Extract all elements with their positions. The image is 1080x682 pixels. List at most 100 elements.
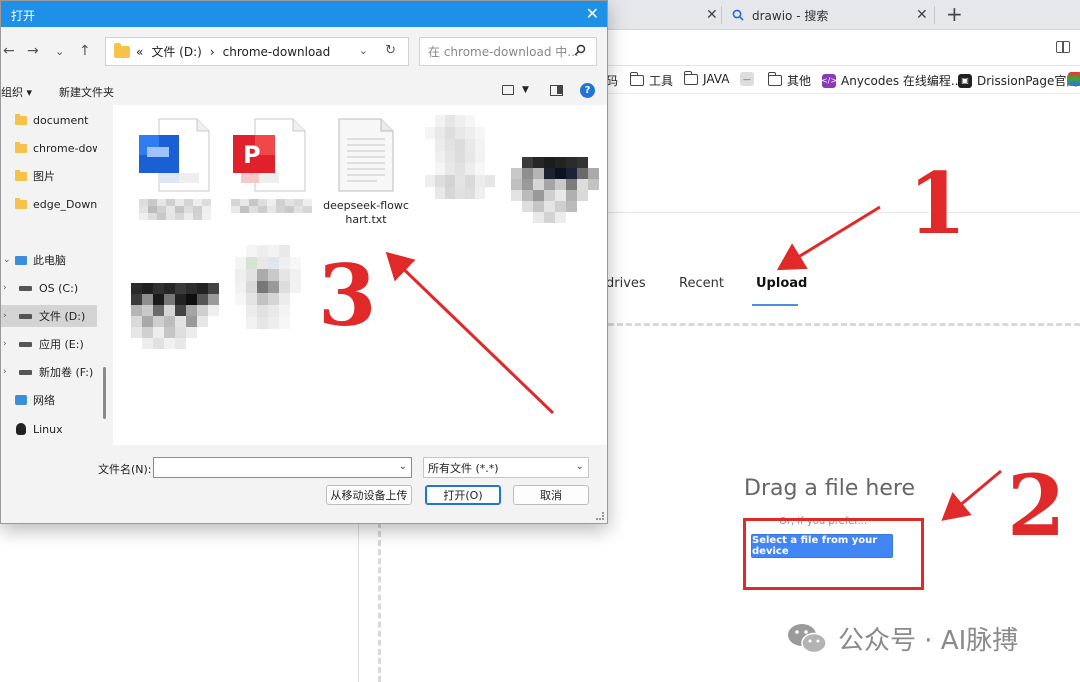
- sidebar-scrollbar[interactable]: [103, 367, 106, 419]
- new-tab-icon[interactable]: +: [946, 3, 963, 25]
- sidebar-item-this-pc[interactable]: ⌄ 此电脑: [1, 249, 97, 271]
- sidebar-item-pictures[interactable]: 图片: [1, 165, 97, 187]
- file-item[interactable]: [419, 109, 509, 221]
- search-input[interactable]: 在 chrome-download 中...: [419, 37, 597, 66]
- sidebar-item-document[interactable]: document: [1, 109, 97, 131]
- close-icon[interactable]: ✕: [586, 4, 599, 23]
- chevron-right-icon[interactable]: ›: [3, 283, 13, 293]
- tab-separator: [934, 6, 935, 24]
- chevron-right-icon[interactable]: ›: [3, 339, 13, 349]
- help-icon[interactable]: ?: [580, 83, 595, 98]
- folder-icon: [15, 113, 27, 125]
- dialog-footer: 文件名(N): ⌄ 所有文件 (*.*) ⌄ 从移动设备上传 打开(O) 取消: [1, 445, 607, 523]
- tab-title: drawio - 搜索: [752, 8, 829, 23]
- cancel-button[interactable]: 取消: [513, 485, 589, 505]
- chevron-down-icon[interactable]: ⌄: [399, 461, 407, 472]
- drop-zone-border: [378, 522, 381, 682]
- navigation-pane: document chrome-download 图片 edge_Downloa…: [1, 105, 99, 445]
- file-item[interactable]: [235, 245, 325, 355]
- preview-pane-icon[interactable]: [550, 85, 563, 96]
- bookmark-drissionpage[interactable]: ▣ DrissionPage官网: [958, 72, 1078, 89]
- split-screen-icon[interactable]: [1056, 41, 1070, 53]
- tab-drives[interactable]: drives: [606, 276, 646, 291]
- open-button[interactable]: 打开(O): [425, 485, 501, 505]
- path-segment-drive[interactable]: 文件 (D:): [151, 43, 201, 60]
- file-item-deepseek-flowchart[interactable]: deepseek-flowchart.txt: [321, 117, 411, 229]
- bookmark-anycodes[interactable]: </> Anycodes 在线编程...: [821, 72, 962, 89]
- folder-icon: [15, 169, 27, 181]
- blurred-label: [139, 199, 211, 220]
- sidebar-item-linux[interactable]: Linux: [1, 418, 97, 440]
- filename-input[interactable]: ⌄: [153, 457, 412, 478]
- bookmark-folder-tools[interactable]: 工具: [630, 72, 673, 89]
- sidebar-item-drive-e[interactable]: › 应用 (E:): [1, 333, 97, 355]
- chevron-right-icon[interactable]: ›: [3, 367, 13, 377]
- mobile-upload-button[interactable]: 从移动设备上传: [326, 485, 412, 505]
- bookmark-overflow[interactable]: [1068, 72, 1080, 86]
- tab-close-icon[interactable]: ✕: [916, 7, 928, 23]
- sidebar-item-drive-d[interactable]: › 文件 (D:): [1, 305, 97, 327]
- watermark-text: 公众号 · AI脉搏: [838, 626, 1019, 656]
- filetype-select[interactable]: 所有文件 (*.*) ⌄: [423, 457, 589, 478]
- command-bar: 组织 ▾ 新建文件夹 ▼: [1, 77, 607, 105]
- bookmark-folder-other[interactable]: 其他: [768, 72, 811, 89]
- navigation-bar: ← → ⌄ ↑ « 文件 (D:) › chrome-download ⌄ ↻ …: [1, 27, 607, 77]
- tab-close-icon[interactable]: ✕: [706, 7, 718, 23]
- search-icon: [732, 9, 744, 21]
- back-icon[interactable]: ←: [3, 43, 15, 59]
- sidebar-item-chrome-download[interactable]: chrome-download: [1, 137, 97, 159]
- blurred-file-icon: [235, 245, 301, 329]
- page-icon: —: [740, 72, 754, 86]
- annotation-number-3: 3: [316, 246, 377, 345]
- view-mode-icon[interactable]: [502, 85, 514, 95]
- drive-icon: [19, 285, 32, 291]
- path-bar[interactable]: « 文件 (D:) › chrome-download ⌄ ↻: [105, 37, 409, 66]
- wechat-icon: [788, 623, 827, 653]
- chevron-down-icon[interactable]: ⌄: [3, 255, 13, 265]
- blurred-image-icon: [511, 157, 599, 223]
- folder-icon: [630, 72, 644, 86]
- chevron-down-icon[interactable]: ▼: [522, 85, 529, 95]
- watermark: 公众号 · AI脉搏: [786, 620, 1018, 657]
- chevron-down-icon[interactable]: ⌄: [359, 44, 368, 57]
- file-item[interactable]: [131, 279, 221, 379]
- site-icon: [1068, 72, 1080, 86]
- file-item[interactable]: [511, 153, 601, 245]
- forward-icon[interactable]: →: [27, 43, 39, 59]
- blurred-image-icon: [131, 283, 219, 349]
- sidebar-item-edge-download[interactable]: edge_Download: [1, 193, 97, 215]
- refresh-icon[interactable]: ↻: [385, 43, 396, 58]
- drag-hint: Drag a file here: [744, 476, 915, 501]
- file-item[interactable]: [129, 117, 219, 229]
- tab-upload[interactable]: Upload: [756, 276, 807, 291]
- file-open-dialog: 打开 ✕ ← → ⌄ ↑ « 文件 (D:) › chrome-download…: [0, 0, 608, 524]
- sidebar-item-drive-c[interactable]: › OS (C:): [1, 277, 97, 299]
- up-icon[interactable]: ↑: [79, 43, 91, 59]
- chevron-right-icon[interactable]: ›: [3, 311, 13, 321]
- file-item[interactable]: P: [225, 117, 315, 229]
- chevron-down-icon[interactable]: ⌄: [55, 45, 64, 58]
- bookmark-item-blank[interactable]: —: [740, 72, 759, 86]
- bookmark-folder-java[interactable]: JAVA: [684, 70, 729, 86]
- path-segment-folder[interactable]: chrome-download: [223, 45, 331, 59]
- folder-icon: [15, 197, 27, 209]
- blurred-file-icon: [425, 115, 505, 199]
- new-folder-button[interactable]: 新建文件夹: [59, 84, 114, 100]
- sidebar-item-drive-f[interactable]: › 新加卷 (F:): [1, 361, 97, 383]
- folder-icon: [114, 42, 130, 58]
- organize-menu[interactable]: 组织 ▾: [1, 84, 32, 100]
- search-placeholder: 在 chrome-download 中...: [428, 45, 579, 59]
- annotation-number-2: 2: [1005, 456, 1066, 555]
- annotation-number-1: 1: [906, 154, 967, 253]
- dialog-title: 打开: [11, 9, 36, 23]
- active-tab-indicator: [752, 304, 798, 306]
- drop-zone-border: [608, 323, 1080, 326]
- resize-grip-icon[interactable]: [596, 512, 604, 520]
- tab-drawio-search[interactable]: drawio - 搜索: [732, 0, 828, 30]
- blurred-label: [231, 199, 312, 213]
- sidebar-item-network[interactable]: 网络: [1, 389, 97, 411]
- path-separator: ›: [209, 44, 215, 59]
- tab-recent[interactable]: Recent: [679, 276, 724, 291]
- folder-icon: [768, 72, 782, 86]
- source-tabs: [606, 266, 1080, 306]
